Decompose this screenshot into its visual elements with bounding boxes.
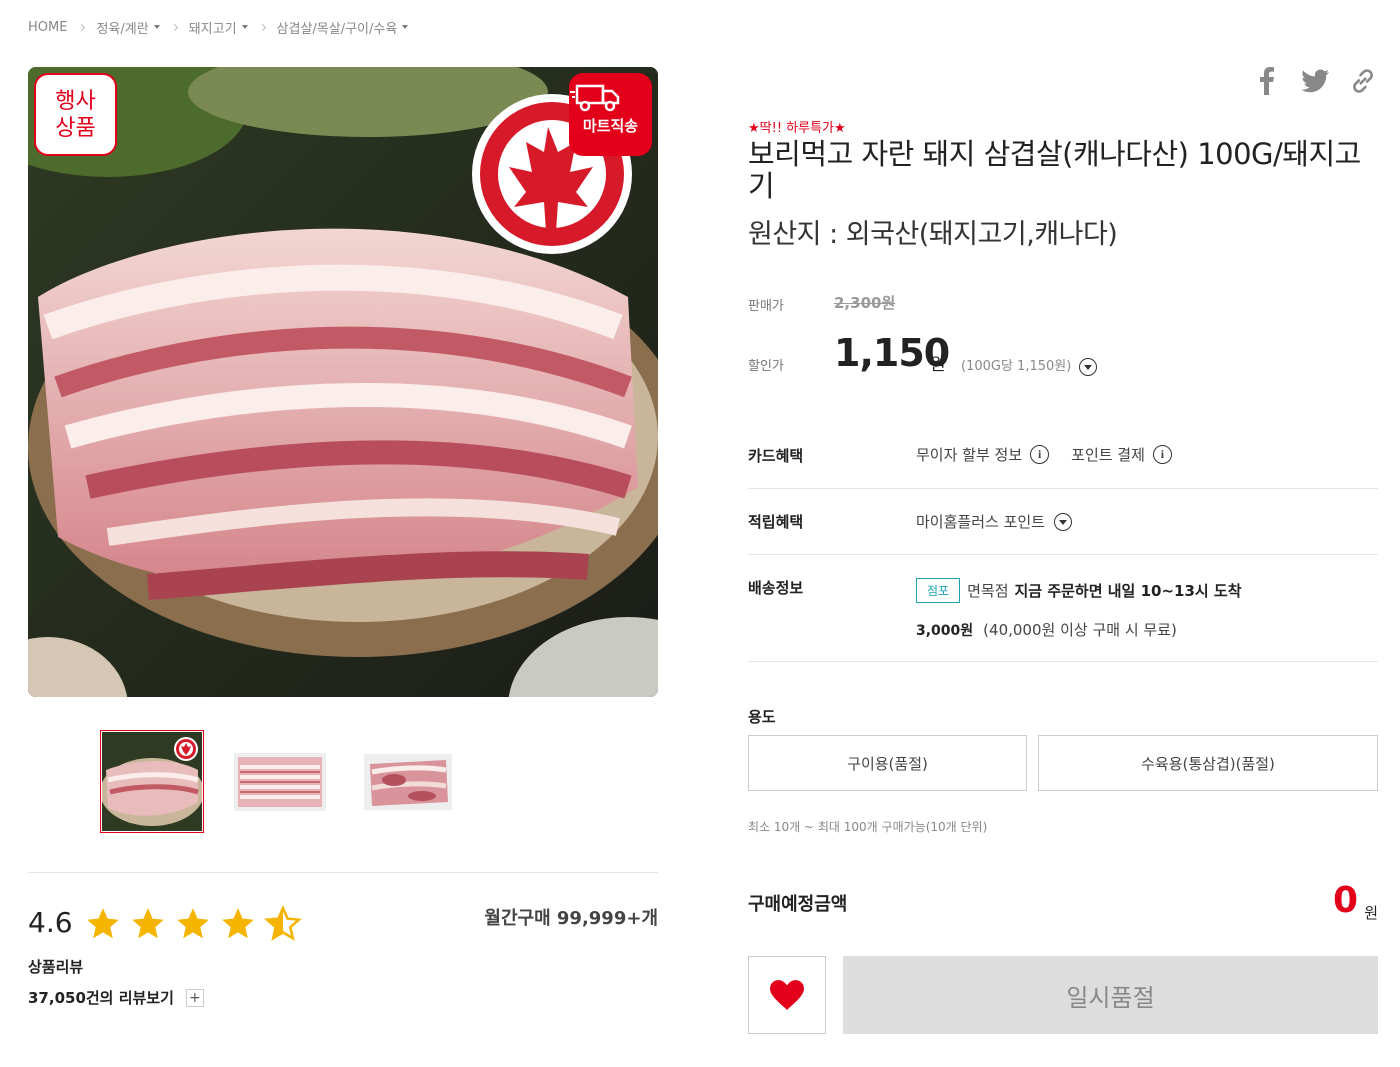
origin-info: 원산지 : 외국산(돼지고기,캐나다) (748, 219, 1118, 250)
thumbnail-list (100, 730, 460, 833)
total-unit: 원 (1364, 904, 1378, 922)
share-buttons (1252, 66, 1378, 96)
twitter-icon (1301, 69, 1329, 93)
star-half-icon (264, 905, 302, 941)
breadcrumb-meat-eggs[interactable]: 정육/계란 (96, 18, 160, 37)
original-price-label: 판매가 (748, 299, 784, 314)
delivery-message: 지금 주문하면 내일 10~13시 도착 (1014, 582, 1242, 600)
option-grill-button[interactable]: 구이용(품절) (748, 735, 1027, 791)
breadcrumb-belly[interactable]: 삼겹살/목살/구이/수육 (277, 18, 409, 37)
point-payment-info-icon[interactable]: i (1152, 445, 1172, 464)
pork-belly-photo (28, 67, 658, 697)
review-link-label: 37,050건의 리뷰보기 (28, 989, 174, 1007)
point-benefit-row: 적립혜택 마이홈플러스 포인트 (748, 489, 1378, 555)
soldout-button: 일시품절 (843, 956, 1378, 1034)
truck-icon (570, 84, 620, 112)
breadcrumb: HOME 정육/계란 돼지고기 삼겹살/목살/구이/수육 (28, 17, 409, 37)
product-title: 보리먹고 자란 돼지 삼겹살(캐나다산) 100G/돼지고기 (748, 137, 1361, 203)
view-reviews-link[interactable]: 37,050건의 리뷰보기 + (28, 987, 204, 1008)
delivery-info-row: 배송정보 점포 면목점 지금 주문하면 내일 10~13시 도착 3,000원 … (748, 555, 1378, 662)
sale-price-label: 할인가 (748, 359, 784, 374)
mart-delivery-badge: 마트직송 (569, 73, 652, 156)
point-benefit-label: 적립혜택 (748, 513, 804, 531)
delivery-store-info: 점포 면목점 지금 주문하면 내일 10~13시 도착 (916, 578, 1242, 603)
review-title: 상품리뷰 (28, 958, 84, 976)
heart-icon (770, 980, 804, 1010)
twitter-share-button[interactable] (1300, 66, 1330, 96)
thumbnail-image (102, 732, 202, 831)
breadcrumb-label: 돼지고기 (188, 21, 237, 37)
point-benefit-values: 마이홈플러스 포인트 (916, 511, 1072, 532)
card-benefit-values: 무이자 할부 정보 i 포인트 결제 i (916, 444, 1172, 465)
breadcrumb-home[interactable]: HOME (28, 20, 67, 35)
breadcrumb-label: 삼겹살/목살/구이/수육 (276, 21, 398, 37)
installment-info-icon[interactable]: i (1030, 445, 1050, 464)
breadcrumb-pork[interactable]: 돼지고기 (189, 18, 248, 37)
shipping-fee: 3,000원 (916, 622, 974, 639)
star-full-icon (87, 908, 119, 939)
unit-price: (100G당 1,150원) (961, 355, 1098, 376)
link-icon (1353, 69, 1373, 93)
chevron-right-icon (170, 23, 178, 31)
usage-label: 용도 (748, 708, 776, 726)
original-price: 2,300원 (834, 294, 896, 312)
facebook-icon (1260, 67, 1274, 95)
event-badge-line1: 행사 (55, 88, 96, 114)
delivery-info-label: 배송정보 (748, 579, 804, 597)
star-full-icon (177, 908, 209, 939)
option-boil-button[interactable]: 수육용(통삼겹)(품절) (1038, 735, 1378, 791)
thumbnail-image (234, 752, 326, 811)
thumbnail-1[interactable] (100, 730, 204, 833)
event-badge-line2: 상품 (55, 115, 96, 141)
unit-price-text: (100G당 1,150원) (961, 359, 1072, 374)
caret-down-icon (153, 25, 160, 29)
thumbnail-3[interactable] (356, 730, 460, 833)
thumbnail-image (364, 753, 452, 810)
plus-icon: + (185, 988, 204, 1007)
star-full-icon (132, 908, 164, 939)
chevron-right-icon (78, 23, 86, 31)
card-benefit-row: 카드혜택 무이자 할부 정보 i 포인트 결제 i (748, 423, 1378, 489)
point-payment-label: 포인트 결제 (1071, 446, 1145, 464)
shipping-fee-info: 3,000원 (40,000원 이상 구매 시 무료) (916, 619, 1177, 640)
sale-price-unit: 원 (930, 355, 946, 375)
monthly-sales: 월간구매 99,999+개 (484, 908, 658, 929)
copy-link-button[interactable] (1348, 66, 1378, 96)
thumbnail-2[interactable] (228, 730, 332, 833)
mart-delivery-label: 마트직송 (582, 117, 639, 135)
unit-price-toggle-icon[interactable] (1079, 357, 1098, 376)
main-product-image[interactable]: 행사 상품 마트직송 (28, 67, 658, 697)
wishlist-button[interactable] (748, 956, 826, 1034)
star-full-icon (222, 908, 254, 939)
purchase-limit-note: 최소 10개 ~ 최대 100개 구매가능(10개 단위) (748, 820, 988, 834)
rating-score: 4.6 (28, 906, 73, 939)
card-benefit-label: 카드혜택 (748, 447, 804, 465)
myhomeplus-point-label: 마이홈플러스 포인트 (916, 513, 1045, 531)
promo-tag: ★딱!! 하루특가★ (748, 121, 846, 136)
store-tag: 점포 (916, 578, 961, 603)
caret-down-icon (241, 25, 248, 29)
total-label: 구매예정금액 (748, 894, 848, 915)
divider (28, 872, 658, 873)
free-shipping-note: (40,000원 이상 구매 시 무료) (983, 621, 1177, 639)
caret-down-icon (402, 25, 409, 29)
chevron-right-icon (258, 23, 266, 31)
breadcrumb-label: 정육/계란 (96, 21, 149, 37)
store-name: 면목점 (967, 582, 1009, 600)
facebook-share-button[interactable] (1252, 66, 1282, 96)
installment-info-label: 무이자 할부 정보 (916, 446, 1023, 464)
point-dropdown-icon[interactable] (1053, 512, 1072, 531)
star-rating (84, 905, 302, 943)
total-amount: 0 (1332, 880, 1358, 921)
event-badge: 행사 상품 (34, 73, 117, 156)
